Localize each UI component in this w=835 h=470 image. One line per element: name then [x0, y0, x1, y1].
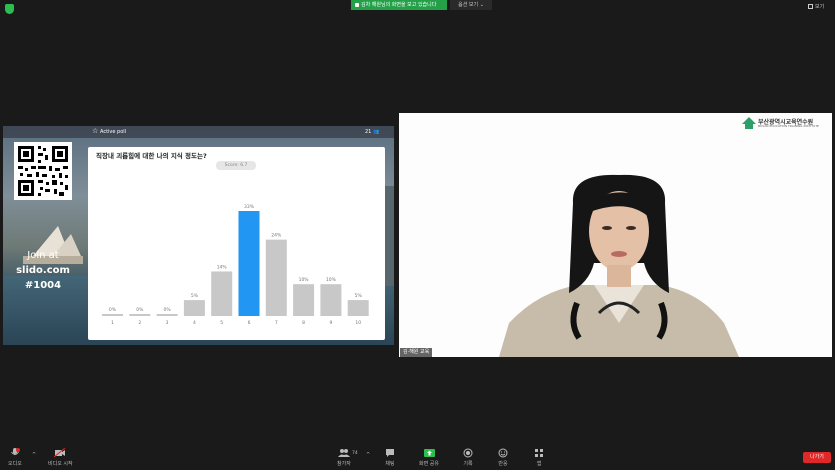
bar-data-label: 0%	[164, 307, 172, 313]
chat-button[interactable]: 채팅	[385, 448, 395, 467]
share-screen-icon	[423, 449, 435, 457]
poll-score-badge: Score: 6.7	[216, 161, 256, 170]
event-code: #1004	[24, 280, 62, 291]
bar-category-label: 10	[355, 320, 361, 326]
poll-bar	[183, 300, 205, 316]
join-line: Join at	[27, 250, 59, 261]
bar-category-label: 5	[220, 320, 223, 326]
smiley-icon	[498, 448, 508, 458]
bar-data-label: 33%	[244, 204, 255, 210]
bar-category-label: 8	[302, 320, 305, 326]
bar-category-label: 4	[193, 320, 196, 326]
poll-results-chart: 0%10%20%35%414%533%624%710%810%95%10	[102, 204, 369, 326]
chat-icon	[386, 449, 394, 457]
view-options-button[interactable]: 옵션 보기 ⌄	[450, 0, 492, 10]
poll-bar	[347, 300, 369, 316]
bar-data-label: 0%	[109, 307, 117, 313]
bar-data-label: 5%	[191, 293, 199, 299]
share-screen-button[interactable]: 화면 공유	[419, 448, 439, 467]
poll-bar	[293, 284, 315, 316]
poll-bar	[129, 314, 151, 316]
poll-bar	[211, 271, 233, 316]
view-button[interactable]: 보기	[808, 3, 824, 10]
bar-data-label: 14%	[217, 264, 228, 270]
bar-category-label: 6	[248, 320, 251, 326]
reactions-button[interactable]: 반응	[498, 448, 508, 467]
poll-bar	[265, 239, 287, 316]
org-logo-icon	[742, 117, 756, 129]
bar-data-label: 10%	[326, 277, 337, 283]
poll-bar	[102, 314, 123, 316]
speaker-video: 부산광역시교육연수원 BUSAN EDUCATION TRAINING INST…	[399, 113, 832, 357]
bar-category-label: 3	[166, 320, 169, 326]
poll-bar	[156, 314, 178, 316]
apps-icon	[535, 449, 543, 457]
speaker-person	[499, 174, 739, 357]
poll-bar	[238, 211, 260, 316]
poll-question: 직장내 괴롭힘에 대한 나의 지식 정도는?	[96, 152, 207, 160]
qr-code	[14, 142, 72, 200]
active-poll-bar	[3, 126, 394, 138]
shared-screen: ☆ Active poll 21 👥 Join at slido.com #10…	[3, 126, 394, 345]
background-building	[385, 186, 394, 286]
bar-data-label: 24%	[271, 233, 282, 239]
audio-options-caret[interactable]: ^	[32, 452, 36, 458]
participants-count: 74	[352, 451, 358, 456]
active-poll-label: Active poll	[100, 129, 127, 135]
microphone-icon	[10, 448, 20, 455]
poll-card: 0% 1 0% 2 0% 3 5% 4 14% 5 33% 6 24% 7 10% 8 10% 9 5% 10 직장내…	[88, 147, 385, 340]
bar-data-label: 0%	[136, 307, 144, 313]
grid-view-icon	[808, 4, 813, 9]
bar-category-label: 1	[111, 320, 114, 326]
share-screen-icon	[355, 2, 359, 7]
apps-button[interactable]: 앱	[534, 448, 544, 467]
poll-bar	[320, 284, 342, 316]
bar-category-label: 9	[329, 320, 332, 326]
bar-category-label: 2	[138, 320, 141, 326]
participants-button[interactable]: 참가자	[337, 448, 351, 467]
join-instructions: Join at slido.com #1004	[13, 248, 73, 293]
leave-button[interactable]: 나가기	[803, 452, 831, 463]
record-icon	[463, 448, 473, 458]
security-shield-icon[interactable]	[5, 4, 14, 14]
star-icon: ☆	[92, 127, 99, 135]
bar-data-label: 5%	[355, 293, 363, 299]
participants-options-caret[interactable]: ^	[366, 452, 370, 458]
screen-share-banner: 김차 해원님의 화면을 보고 있습니다	[351, 0, 447, 10]
participant-count: 21 👥	[365, 129, 380, 135]
audio-button[interactable]: 오디오	[8, 448, 22, 467]
org-subtitle: BUSAN EDUCATION TRAINING INSTITUTE	[758, 124, 819, 128]
camera-icon	[54, 448, 66, 458]
participant-name-tag: 김·해원 교육	[400, 348, 433, 357]
slido-url: slido.com	[16, 265, 70, 276]
bar-category-label: 7	[275, 320, 278, 326]
record-button[interactable]: 기록	[463, 448, 473, 467]
bar-data-label: 10%	[299, 277, 310, 283]
participants-icon	[337, 449, 350, 457]
video-button[interactable]: 비디오 시작	[48, 448, 73, 467]
